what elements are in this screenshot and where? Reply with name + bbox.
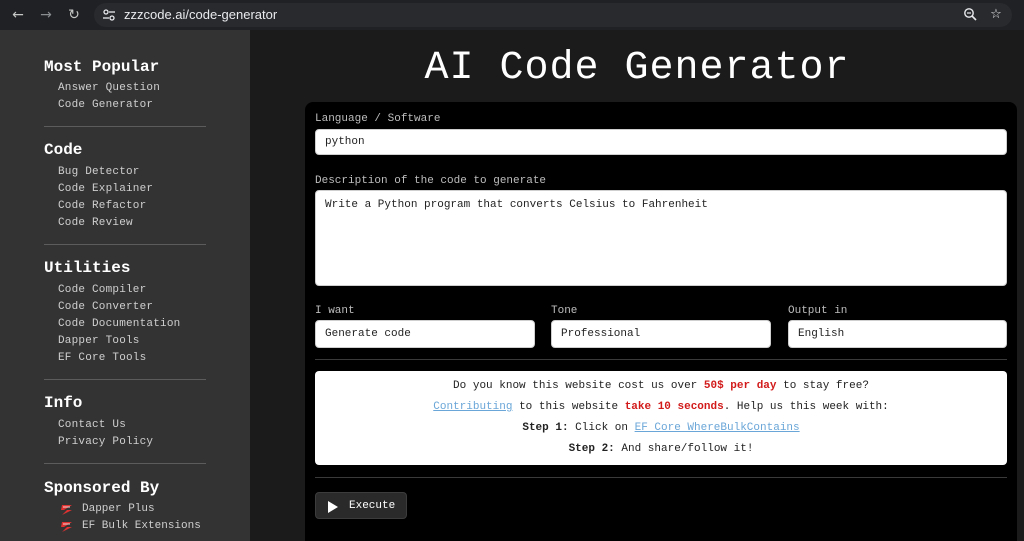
sidebar-link-dapper-tools[interactable]: Dapper Tools (58, 335, 140, 347)
zoom-icon[interactable] (962, 7, 978, 23)
contributing-link[interactable]: Contributing (433, 401, 512, 413)
form-divider (315, 359, 1007, 360)
step-1-label: Step 1: (522, 422, 569, 434)
notice-line-1: Do you know this website cost us over 50… (315, 380, 1007, 392)
sidebar-divider (44, 379, 206, 380)
sidebar-link-code-explainer[interactable]: Code Explainer (58, 183, 153, 195)
execute-button[interactable]: Execute (315, 492, 407, 519)
notice-text: Do you know this website cost us over (453, 380, 704, 392)
sidebar-divider (44, 244, 206, 245)
language-label: Language / Software (315, 113, 441, 125)
want-value: Generate code (325, 328, 411, 340)
sidebar-link-ef-core-tools[interactable]: EF Core Tools (58, 352, 146, 364)
output-label: Output in (788, 305, 848, 317)
section-title-utilities: Utilities (44, 259, 131, 277)
sidebar-link-code-generator[interactable]: Code Generator (58, 99, 153, 111)
notice-text: to stay free? (776, 380, 869, 392)
play-icon (328, 501, 338, 513)
sidebar-link-code-converter[interactable]: Code Converter (58, 301, 153, 313)
donation-notice: Do you know this website cost us over 50… (315, 371, 1007, 465)
ef-core-wherebulkcontains-link[interactable]: EF Core WhereBulkContains (635, 422, 800, 434)
url-domain: zzzcode.ai (124, 7, 186, 22)
sidebar: Most Popular Answer Question Code Genera… (0, 30, 250, 541)
sidebar-link-code-refactor[interactable]: Code Refactor (58, 200, 146, 212)
output-select[interactable]: English (788, 320, 1007, 348)
notice-line-2: Contributing to this website take 10 sec… (315, 401, 1007, 413)
ef-bulk-extensions-logo-icon (61, 522, 72, 532)
description-textarea[interactable]: Write a Python program that converts Cel… (315, 190, 1007, 286)
sidebar-link-code-review[interactable]: Code Review (58, 217, 133, 229)
step-2-label: Step 2: (568, 443, 615, 455)
sidebar-link-contact-us[interactable]: Contact Us (58, 419, 126, 431)
output-value: English (798, 328, 845, 340)
sponsor-link-ef-bulk-extensions[interactable]: EF Bulk Extensions (82, 520, 201, 532)
browser-toolbar: ← → ↻ zzzcode.ai/code-generator ☆ (0, 0, 1024, 30)
sidebar-link-privacy-policy[interactable]: Privacy Policy (58, 436, 153, 448)
notice-highlight-cost: 50$ per day (703, 380, 777, 392)
tone-label: Tone (551, 305, 578, 317)
reload-icon[interactable]: ↻ (66, 7, 82, 23)
description-value: Write a Python program that converts Cel… (325, 199, 708, 211)
notice-text: Click on (568, 422, 635, 434)
sidebar-link-code-compiler[interactable]: Code Compiler (58, 284, 146, 296)
description-label: Description of the code to generate (315, 175, 547, 187)
tone-value: Professional (561, 328, 641, 340)
section-title-info: Info (44, 394, 83, 412)
tone-select[interactable]: Professional (551, 320, 771, 348)
site-settings-icon[interactable] (102, 8, 116, 22)
page-title: AI Code Generator (424, 46, 850, 91)
forward-arrow-icon[interactable]: → (38, 7, 54, 23)
sidebar-link-answer-question[interactable]: Answer Question (58, 82, 160, 94)
language-input[interactable]: python (315, 129, 1007, 155)
url-text[interactable]: zzzcode.ai/code-generator (124, 7, 277, 22)
dapper-plus-logo-icon (61, 505, 72, 515)
sidebar-link-code-documentation[interactable]: Code Documentation (58, 318, 180, 330)
sidebar-divider (44, 126, 206, 127)
notice-text: to this website (512, 401, 625, 413)
section-title-code: Code (44, 141, 83, 159)
notice-text: And share/follow it! (614, 443, 754, 455)
address-bar[interactable]: zzzcode.ai/code-generator ☆ (94, 3, 1012, 27)
want-label: I want (315, 305, 355, 317)
sidebar-divider (44, 463, 206, 464)
notice-text: . Help us this week with: (723, 401, 889, 413)
main-content: AI Code Generator Language / Software py… (250, 30, 1024, 541)
section-title-sponsored-by: Sponsored By (44, 479, 160, 497)
back-arrow-icon[interactable]: ← (10, 7, 26, 23)
section-title-most-popular: Most Popular (44, 58, 160, 76)
want-select[interactable]: Generate code (315, 320, 535, 348)
form-divider (315, 477, 1007, 478)
sidebar-link-bug-detector[interactable]: Bug Detector (58, 166, 140, 178)
generator-form: Language / Software python Description o… (305, 102, 1017, 541)
notice-step-1: Step 1: Click on EF Core WhereBulkContai… (315, 422, 1007, 434)
url-path: /code-generator (185, 7, 278, 22)
sponsor-link-dapper-plus[interactable]: Dapper Plus (82, 503, 155, 515)
notice-step-2: Step 2: And share/follow it! (315, 443, 1007, 455)
notice-highlight-time: take 10 seconds (624, 401, 724, 413)
execute-label: Execute (349, 500, 396, 512)
star-icon[interactable]: ☆ (988, 7, 1004, 23)
language-value: python (325, 136, 365, 148)
